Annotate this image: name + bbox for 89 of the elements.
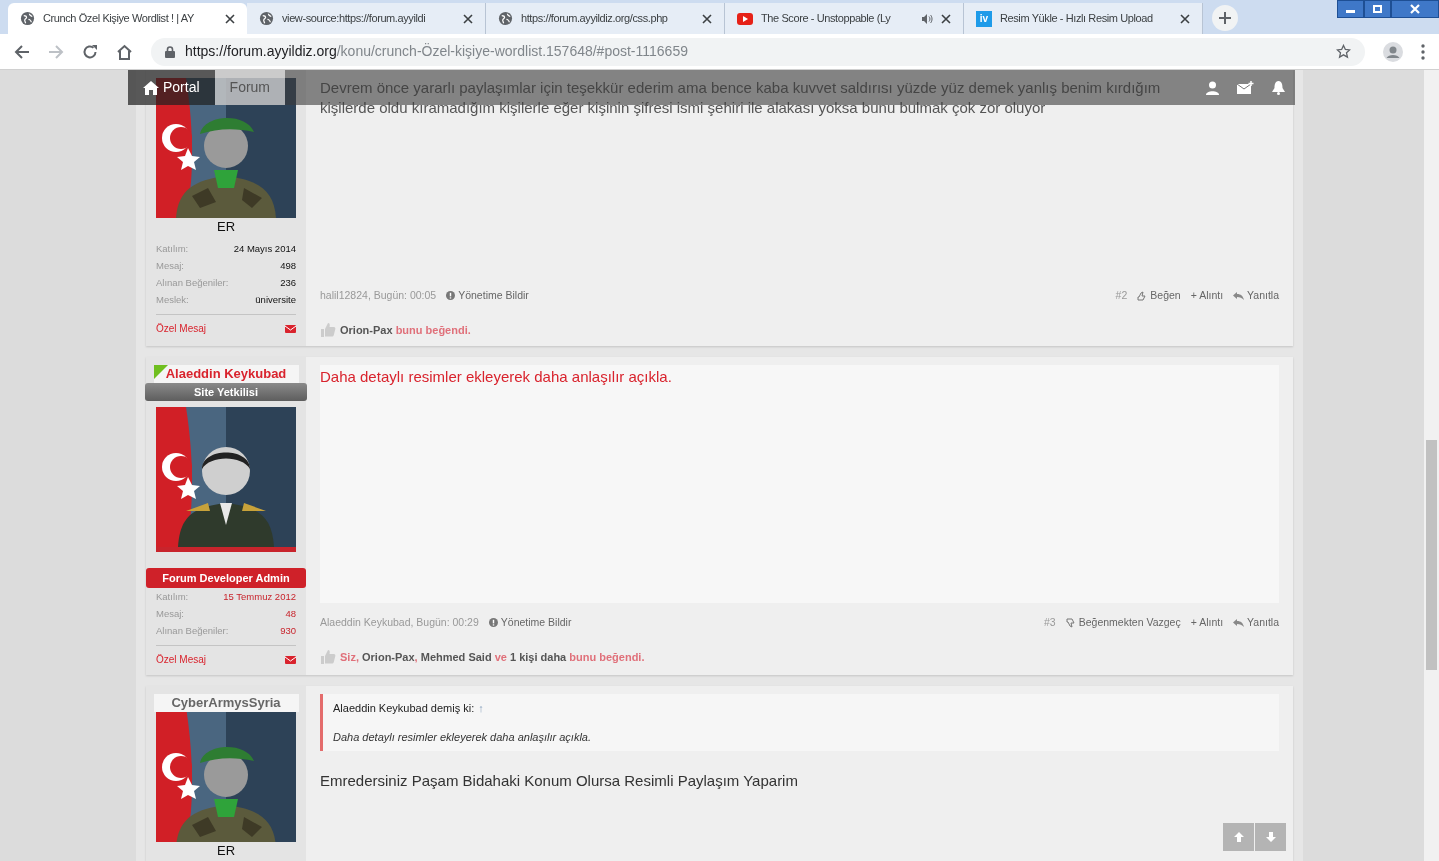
address-field[interactable]: https://forum.ayyildiz.org/konu/crunch-Özel-kişiye-wordlist.157648/#post-1116659 xyxy=(151,37,1365,66)
bell-icon[interactable] xyxy=(1272,80,1285,95)
lock-icon xyxy=(165,45,175,58)
stat-value: 24 Mayıs 2014 xyxy=(233,242,296,257)
globe-icon xyxy=(20,11,35,26)
home-icon xyxy=(143,80,159,95)
browser-tab[interactable]: view-source:https://forum.ayyildi xyxy=(247,3,486,34)
maximize-icon xyxy=(1373,5,1382,13)
globe-icon xyxy=(498,11,513,26)
maximize-button[interactable] xyxy=(1364,0,1391,18)
alert-icon xyxy=(488,618,498,628)
likes-summary: Orion-Pax bunu beğendi. xyxy=(340,322,471,338)
quote-text: Daha detaylı resimler ekleyerek daha anlaşılır açıkla. xyxy=(333,729,592,745)
alert-icon xyxy=(446,291,456,301)
mail-icon[interactable] xyxy=(1237,81,1254,94)
globe-icon xyxy=(259,11,274,26)
stat-label: Alınan Beğeniler: xyxy=(156,276,229,291)
private-message-link[interactable]: Özel Mesaj xyxy=(156,321,206,336)
username-box[interactable]: CyberArmysSyria xyxy=(153,694,299,712)
nav-tab[interactable]: Forum xyxy=(214,70,286,105)
reply-link[interactable]: Yanıtla xyxy=(1233,287,1279,304)
close-button[interactable] xyxy=(1391,0,1439,18)
scrollbar[interactable] xyxy=(1424,70,1439,861)
play-icon xyxy=(737,12,753,25)
minimize-icon xyxy=(1346,10,1355,13)
rank-banner: Site Yetkilisi xyxy=(145,383,307,401)
reply-icon xyxy=(1233,291,1245,300)
thumbs-up-icon xyxy=(320,649,336,665)
stat-value: üniversite xyxy=(255,293,296,308)
arrow-down-icon xyxy=(1265,832,1276,842)
thumbs-up-icon xyxy=(320,321,336,338)
username-box[interactable]: Alaeddin Keykubad xyxy=(153,365,299,383)
private-message-link[interactable]: Özel Mesaj xyxy=(156,652,206,667)
close-icon xyxy=(1410,4,1420,14)
browser-tab[interactable]: iv Resim Yükle - Hızlı Resim Upload xyxy=(964,3,1203,34)
minimize-button[interactable] xyxy=(1337,0,1364,18)
stat-value: 930 xyxy=(280,624,296,639)
back-icon[interactable] xyxy=(14,43,30,60)
quote-action[interactable]: + Alıntı xyxy=(1190,287,1224,304)
browser-tab[interactable]: https://forum.ayyildiz.org/css.php xyxy=(486,3,725,34)
stat-label: Meslek: xyxy=(156,293,189,308)
browser-tab[interactable]: Crunch Özel Kişiye Wordlist ! | AY xyxy=(8,3,247,34)
report-link[interactable]: Yönetime Bildir xyxy=(446,287,529,304)
stat-value: 48 xyxy=(285,607,296,622)
close-icon[interactable] xyxy=(941,13,951,24)
url-text: https://forum.ayyildiz.org/konu/crunch-Özel-kişiye-wordlist.157648/#post-1116659 xyxy=(185,42,689,61)
post-text: Emredersiniz Paşam Bidahaki Konum Olursa Resimli Paylaşım Yaparim xyxy=(320,771,799,791)
thumbs-down-icon xyxy=(1065,617,1076,628)
envelope-icon[interactable] xyxy=(285,324,296,333)
user-rank: ER xyxy=(216,219,236,234)
post-text: Daha detaylı resimler ekleyerek daha anlaşılır açıkla. xyxy=(320,365,1279,603)
user-icon[interactable] xyxy=(1206,80,1219,95)
quote-action[interactable]: + Alıntı xyxy=(1190,615,1224,631)
stat-label: Katılım: xyxy=(156,590,189,605)
speaker-icon[interactable] xyxy=(921,12,933,25)
user-rank: ER xyxy=(216,843,236,858)
new-tab-icon[interactable] xyxy=(1211,4,1239,32)
post-meta: Alaeddin Keykubad, Bugün: 00:29 xyxy=(320,615,479,630)
like-link[interactable]: Beğenmekten Vazgeç xyxy=(1065,615,1181,631)
stat-label: Mesaj: xyxy=(156,259,184,274)
envelope-icon[interactable] xyxy=(285,655,296,664)
close-icon[interactable] xyxy=(1180,13,1190,24)
profile-icon[interactable] xyxy=(1383,41,1403,62)
thumbs-up-icon xyxy=(1137,290,1148,301)
browser-tab[interactable]: The Score - Unstoppable (Ly xyxy=(725,3,964,34)
menu-icon[interactable] xyxy=(1421,43,1425,60)
arrow-up-icon xyxy=(1233,832,1244,842)
stat-label: Mesaj: xyxy=(156,607,184,622)
like-link[interactable]: Beğen xyxy=(1137,287,1181,304)
close-icon[interactable] xyxy=(463,13,473,24)
stat-value: 236 xyxy=(280,276,296,291)
nav-tab[interactable]: Portal xyxy=(128,70,215,105)
star-icon[interactable] xyxy=(1336,44,1351,59)
site-logo: iv xyxy=(976,10,992,27)
reply-icon xyxy=(1233,618,1245,627)
stat-label: Alınan Beğeniler: xyxy=(156,624,229,639)
role-ribbon: Forum Developer Admin xyxy=(146,568,306,588)
home-icon[interactable] xyxy=(116,43,133,60)
likes-summary: Siz, Orion-Pax, Mehmed Said ve 1 kişi daha bunu beğendi. xyxy=(340,649,645,665)
post-meta: halil12824, Bugün: 00:05 xyxy=(320,287,437,303)
reload-icon[interactable] xyxy=(82,43,98,60)
close-icon[interactable] xyxy=(225,13,235,24)
report-link[interactable]: Yönetime Bildir xyxy=(488,615,572,631)
stat-label: Katılım: xyxy=(156,242,189,257)
quote-author: Alaeddin Keykubad demiş ki: xyxy=(333,701,475,716)
stat-value: 15 Temmuz 2012 xyxy=(223,590,296,605)
stat-value: 498 xyxy=(280,259,296,274)
reply-link[interactable]: Yanıtla xyxy=(1233,615,1279,631)
close-icon[interactable] xyxy=(702,13,712,24)
